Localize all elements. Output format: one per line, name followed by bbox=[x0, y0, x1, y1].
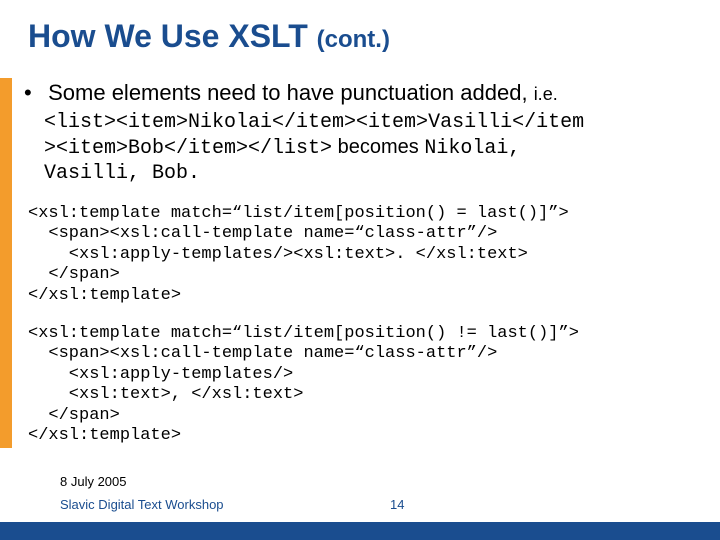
slide-title: How We Use XSLT (cont.) bbox=[28, 18, 390, 55]
example-line2a: ><item>Bob</item></list> bbox=[44, 137, 332, 160]
example-line3: Vasilli, Bob. bbox=[44, 161, 704, 186]
example-line1: <list><item>Nikolai</item><item>Vasilli<… bbox=[44, 110, 704, 135]
page-number: 14 bbox=[390, 497, 404, 512]
code-block-2: <xsl:template match=“list/item[position(… bbox=[28, 324, 704, 446]
slide-content: • Some elements need to have punctuation… bbox=[24, 80, 704, 446]
example-line2c: Nikolai, bbox=[424, 137, 520, 160]
bullet-ie: i.e. bbox=[534, 84, 558, 104]
footer: 8 July 2005 Slavic Digital Text Workshop bbox=[60, 474, 224, 512]
example-block: <list><item>Nikolai</item><item>Vasilli<… bbox=[44, 110, 704, 186]
example-line2-becomes: becomes bbox=[332, 136, 424, 158]
example-line2: ><item>Bob</item></list> becomes Nikolai… bbox=[44, 135, 704, 161]
bottom-accent-bar bbox=[0, 522, 720, 540]
title-main: How We Use XSLT bbox=[28, 18, 317, 54]
bullet-text: Some elements need to have punctuation a… bbox=[42, 80, 534, 105]
title-cont: (cont.) bbox=[317, 26, 390, 53]
bullet-dot: • bbox=[24, 80, 42, 106]
left-accent-bar bbox=[0, 78, 12, 448]
footer-date: 8 July 2005 bbox=[60, 474, 224, 489]
code-block-1: <xsl:template match=“list/item[position(… bbox=[28, 204, 704, 306]
bullet-item: • Some elements need to have punctuation… bbox=[24, 80, 704, 106]
footer-workshop: Slavic Digital Text Workshop bbox=[60, 497, 224, 512]
